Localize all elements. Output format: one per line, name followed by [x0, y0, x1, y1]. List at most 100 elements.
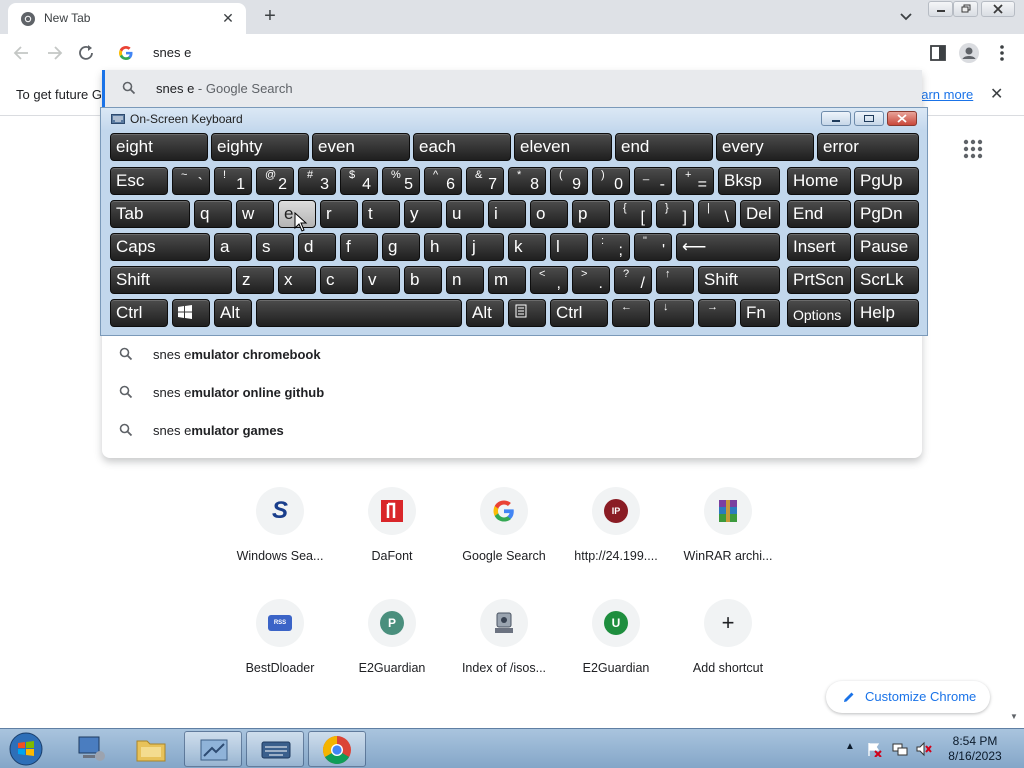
key-symbol[interactable]: ! 1 — [214, 167, 252, 195]
taskbar-app[interactable] — [184, 731, 242, 767]
key-letter[interactable]: l — [550, 233, 588, 261]
key-letter[interactable]: v — [362, 266, 400, 294]
key-symbol[interactable]: :; — [592, 233, 630, 261]
osk-close-button[interactable] — [887, 111, 917, 126]
start-button[interactable] — [4, 731, 48, 767]
osk-prediction-key[interactable]: eighty — [211, 133, 309, 161]
key-enter[interactable]: ⟵ — [676, 233, 780, 261]
back-arrow-icon[interactable] — [10, 42, 34, 64]
key-symbol[interactable]: ~ ` — [172, 167, 210, 195]
key-letter[interactable]: c — [320, 266, 358, 294]
key-symbol[interactable]: }] — [656, 200, 694, 228]
key-alt-left[interactable]: Alt — [214, 299, 252, 327]
key-symbol[interactable]: #3 — [298, 167, 336, 195]
omnibox[interactable]: snes e — [104, 36, 922, 70]
key-letter[interactable]: n — [446, 266, 484, 294]
restore-button[interactable] — [953, 1, 978, 17]
help-button[interactable]: Help — [854, 299, 919, 327]
key-home[interactable]: Home — [787, 167, 851, 195]
forward-arrow-icon[interactable] — [42, 42, 66, 64]
key-end[interactable]: End — [787, 200, 851, 228]
key-symbol[interactable]: >. — [572, 266, 610, 294]
osk-minimize-button[interactable] — [821, 111, 851, 126]
suggestion-row[interactable]: snes emulator games — [102, 412, 922, 450]
osk-prediction-key[interactable]: even — [312, 133, 410, 161]
suggestion-row[interactable]: snes emulator chromebook — [102, 336, 922, 374]
taskbar-chrome-app[interactable] — [308, 731, 366, 767]
osk-title-bar[interactable]: On-Screen Keyboard — [101, 108, 927, 130]
key-page-up[interactable]: PgUp — [854, 167, 919, 195]
key-letter[interactable]: a — [214, 233, 252, 261]
key-scroll-lock[interactable]: ScrLk — [854, 266, 919, 294]
key-arrow-up[interactable]: ↑ — [656, 266, 694, 294]
key-letter[interactable]: t — [362, 200, 400, 228]
shortcut-index-isos[interactable]: Index of /isos... — [448, 599, 560, 699]
key-symbol[interactable]: (9 — [550, 167, 588, 195]
new-tab-button[interactable]: + — [258, 5, 282, 29]
taskbar-network-app[interactable] — [62, 731, 120, 767]
key-pause[interactable]: Pause — [854, 233, 919, 261]
key-letter[interactable]: w — [236, 200, 274, 228]
close-window-button[interactable] — [981, 1, 1015, 17]
options-button[interactable]: Options — [787, 299, 851, 327]
minimize-button[interactable] — [928, 1, 953, 17]
key-letter[interactable]: j — [466, 233, 504, 261]
key-symbol[interactable]: % 5 — [382, 167, 420, 195]
shortcut-bestdloader[interactable]: RSS BestDloader — [224, 599, 336, 699]
key-symbol[interactable]: & 7 — [466, 167, 504, 195]
osk-prediction-key[interactable]: end — [615, 133, 713, 161]
key-letter[interactable]: z — [236, 266, 274, 294]
customize-chrome-button[interactable]: Customize Chrome — [826, 681, 990, 713]
key-print-screen[interactable]: PrtScn — [787, 266, 851, 294]
key-symbol[interactable]: " ' — [634, 233, 672, 261]
key-symbol[interactable]: $4 — [340, 167, 378, 195]
key-symbol[interactable]: ^ 6 — [424, 167, 462, 195]
key-letter[interactable]: m — [488, 266, 526, 294]
key-letter[interactable]: r — [320, 200, 358, 228]
shortcut-e2guardian-p[interactable]: P E2Guardian — [336, 599, 448, 699]
key-page-down[interactable]: PgDn — [854, 200, 919, 228]
key-fn[interactable]: Fn — [740, 299, 780, 327]
key-insert[interactable]: Insert — [787, 233, 851, 261]
side-panel-icon[interactable] — [927, 42, 949, 64]
key-caps-lock[interactable]: Caps — [110, 233, 210, 261]
volume-muted-icon[interactable] — [916, 741, 932, 757]
key-arrow-right[interactable]: → — [698, 299, 736, 327]
key-letter[interactable]: d — [298, 233, 336, 261]
key-symbol[interactable]: <, — [530, 266, 568, 294]
shortcut-ip-address[interactable]: IP http://24.199.... — [560, 487, 672, 587]
key-shift-right[interactable]: Shift — [698, 266, 780, 294]
profile-avatar-icon[interactable] — [958, 42, 980, 64]
key-letter[interactable]: y — [404, 200, 442, 228]
key-letter[interactable]: s — [256, 233, 294, 261]
key-windows[interactable] — [172, 299, 210, 327]
osk-prediction-key[interactable]: eleven — [514, 133, 612, 161]
key-menu[interactable] — [508, 299, 546, 327]
scroll-down-icon[interactable]: ▼ — [1010, 712, 1018, 721]
key-shift-left[interactable]: Shift — [110, 266, 232, 294]
key-letter[interactable]: o — [530, 200, 568, 228]
key-letter[interactable]: b — [404, 266, 442, 294]
action-center-flag-icon[interactable] — [866, 741, 882, 757]
osk-prediction-key[interactable]: each — [413, 133, 511, 161]
osk-maximize-button[interactable] — [854, 111, 884, 126]
key-letter[interactable]: k — [508, 233, 546, 261]
key-letter[interactable]: x — [278, 266, 316, 294]
taskbar-explorer-app[interactable] — [122, 731, 180, 767]
shortcut-windows-search[interactable]: S Windows Sea... — [224, 487, 336, 587]
key-symbol[interactable]: _ - — [634, 167, 672, 195]
add-shortcut-button[interactable]: + Add shortcut — [672, 599, 784, 699]
shortcut-winrar[interactable]: WinRAR archi... — [672, 487, 784, 587]
taskbar-osk-app[interactable] — [246, 731, 304, 767]
shortcut-dafont[interactable]: DaFont — [336, 487, 448, 587]
key-ctrl-right[interactable]: Ctrl — [550, 299, 608, 327]
key-symbol[interactable]: ? / — [614, 266, 652, 294]
key-letter[interactable]: i — [488, 200, 526, 228]
tab-new-tab[interactable]: New Tab ✕ — [8, 3, 246, 34]
key-space[interactable] — [256, 299, 462, 327]
key-tab[interactable]: Tab — [110, 200, 190, 228]
key-delete[interactable]: Del — [740, 200, 780, 228]
key-arrow-left[interactable]: ← — [612, 299, 650, 327]
key-letter[interactable]: q — [194, 200, 232, 228]
system-clock[interactable]: 8:54 PM 8/16/2023 — [945, 734, 1005, 764]
